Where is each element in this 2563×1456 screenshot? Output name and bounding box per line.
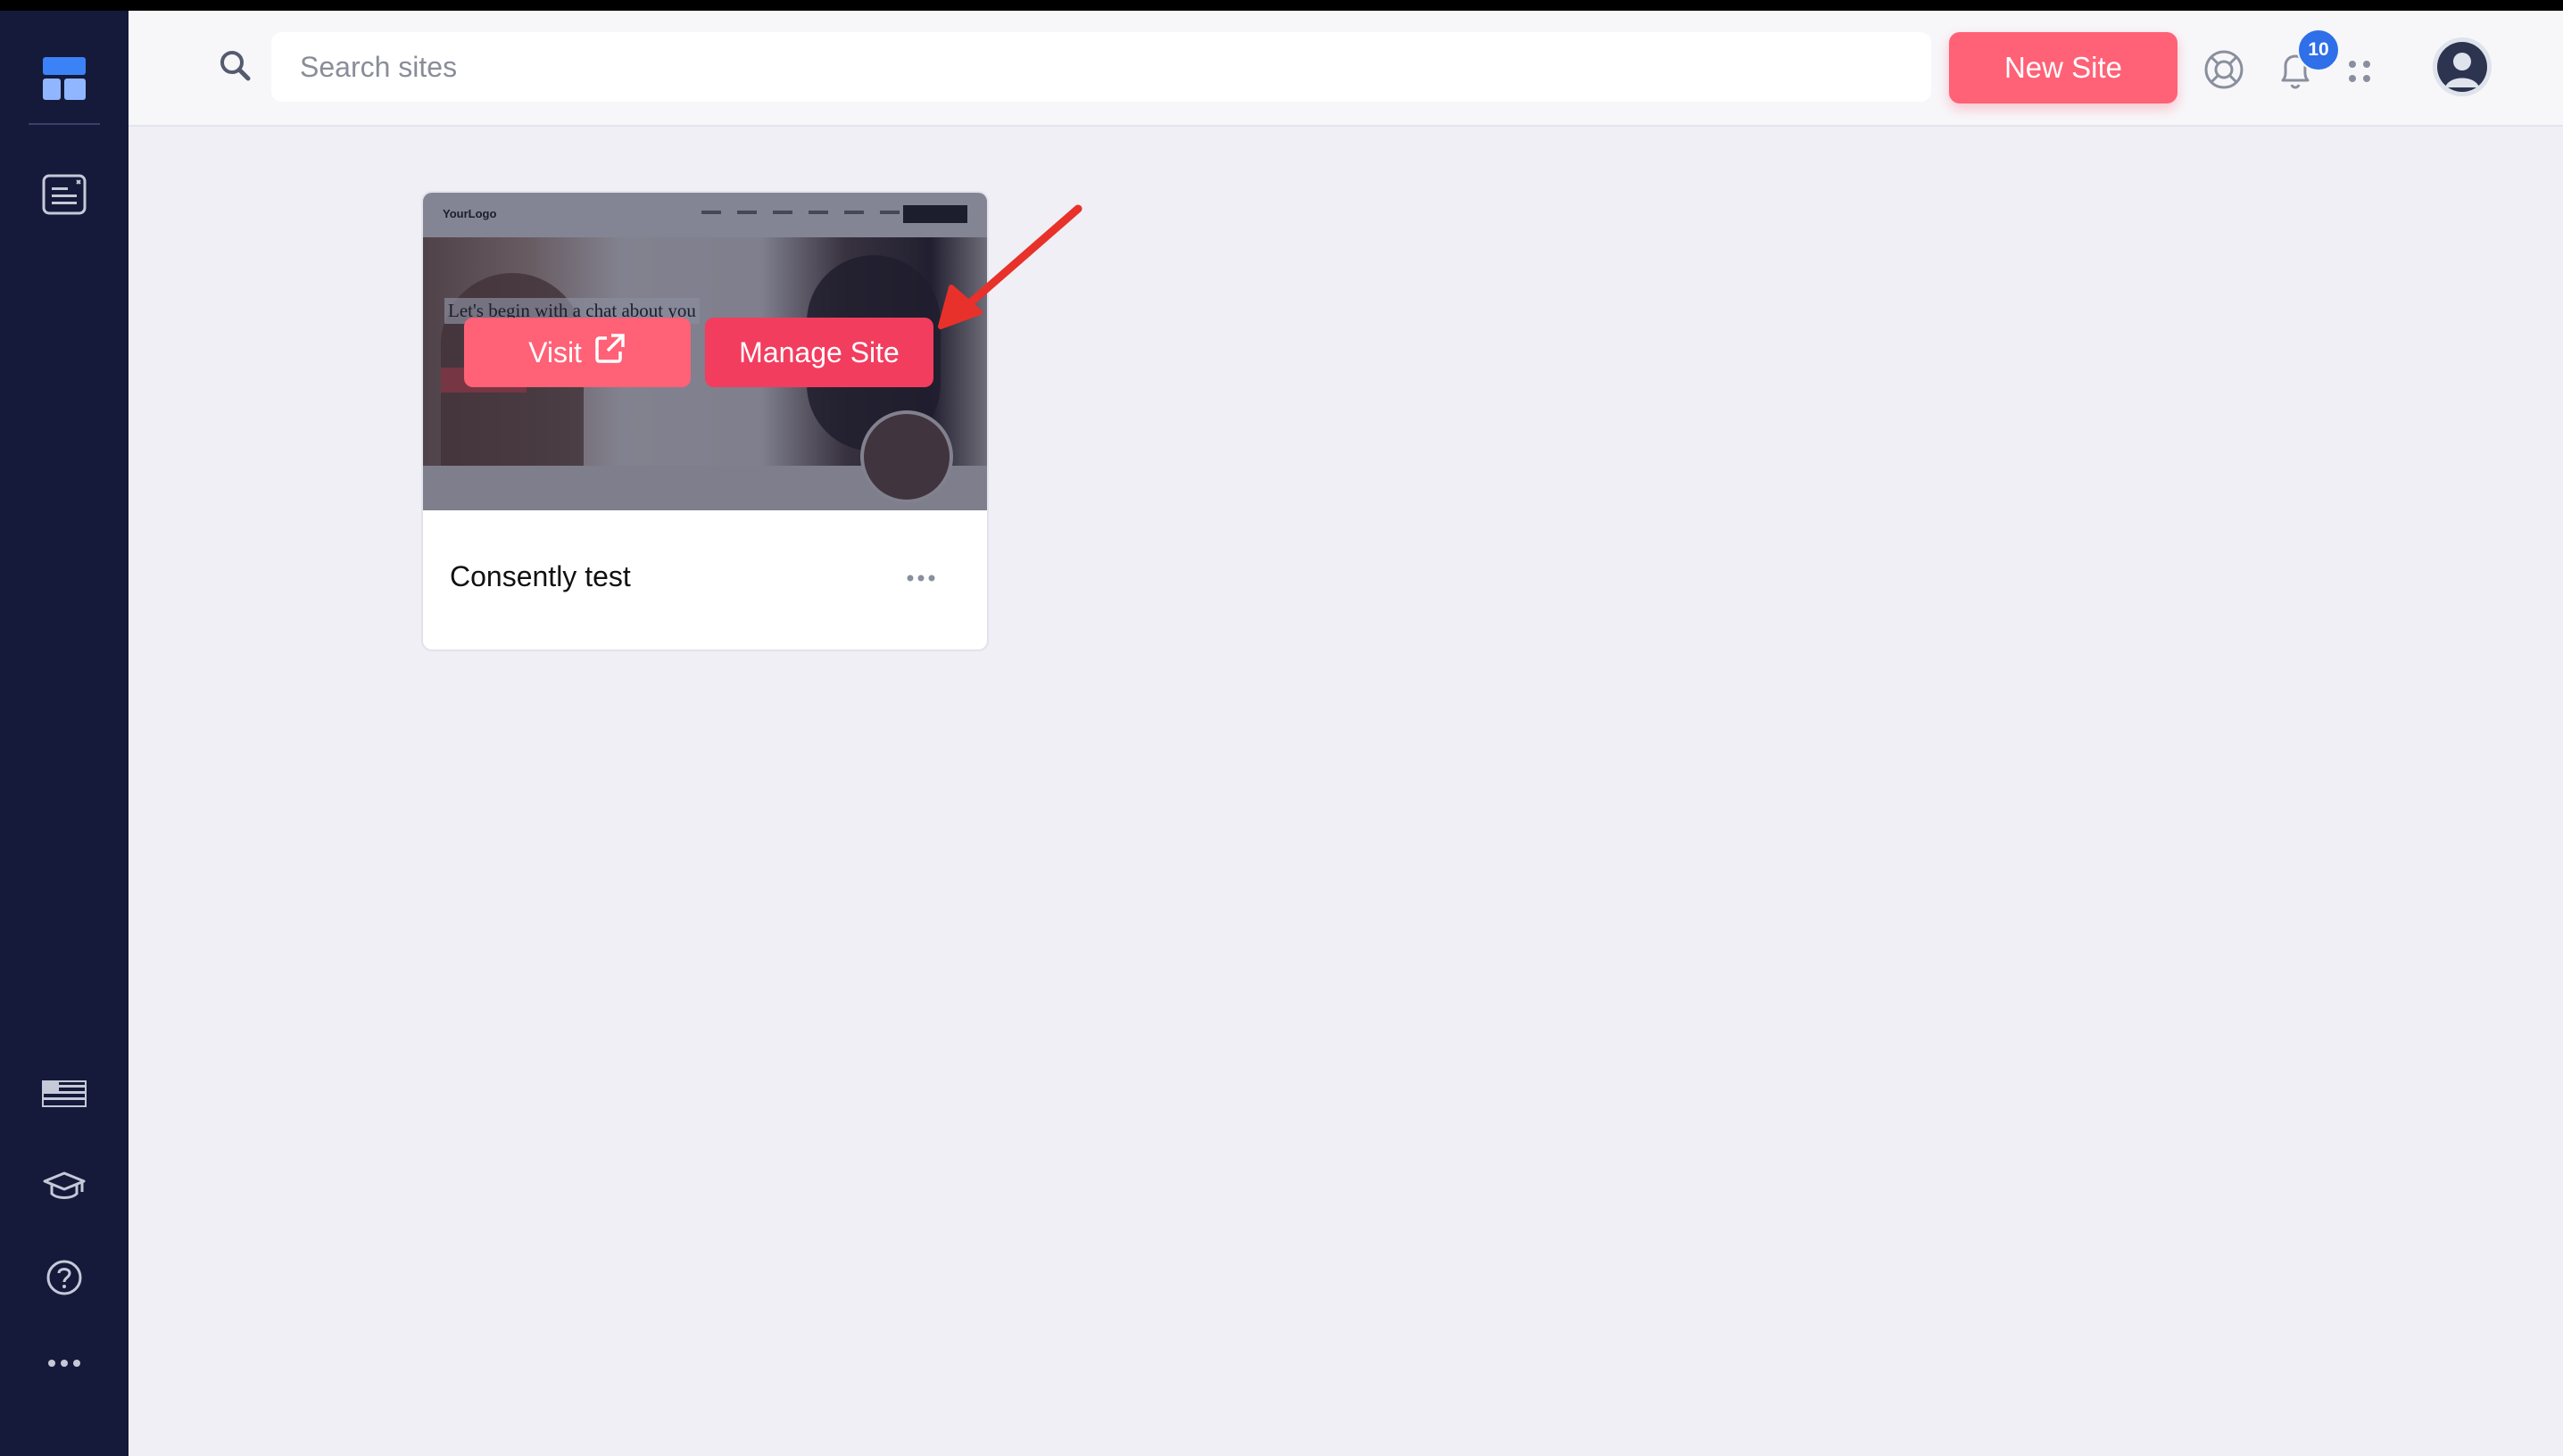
site-name: Consently test (450, 560, 631, 592)
more-icon[interactable] (0, 1345, 129, 1381)
window-top-strip (0, 0, 2563, 11)
apps-grid-icon[interactable] (2342, 54, 2377, 89)
site-thumbnail: YourLogo Let's begin with a chat about y… (423, 193, 987, 510)
annotation-arrow-icon (938, 204, 1082, 329)
notification-count-badge: 10 (2297, 29, 2340, 71)
sites-icon[interactable] (0, 161, 129, 228)
search-icon (218, 48, 253, 84)
dashboard-icon[interactable] (0, 45, 129, 112)
new-site-button[interactable]: New Site (1949, 32, 2177, 103)
site-card[interactable]: YourLogo Let's begin with a chat about y… (421, 191, 989, 651)
visit-button-label: Visit (528, 335, 582, 368)
top-header: New Site 10 (129, 11, 2563, 127)
academy-icon[interactable] (0, 1160, 129, 1213)
site-options-icon[interactable] (901, 560, 941, 596)
language-flag-icon[interactable] (0, 1067, 129, 1121)
support-lifebuoy-icon[interactable] (2199, 45, 2249, 95)
help-icon[interactable] (0, 1251, 129, 1304)
user-avatar[interactable] (2433, 37, 2492, 96)
visit-button[interactable]: Visit (464, 318, 691, 387)
sidebar (0, 11, 129, 1456)
search-input[interactable] (271, 32, 1931, 102)
external-link-icon (593, 332, 626, 373)
manage-site-button[interactable]: Manage Site (705, 318, 933, 387)
sidebar-divider (29, 123, 100, 125)
